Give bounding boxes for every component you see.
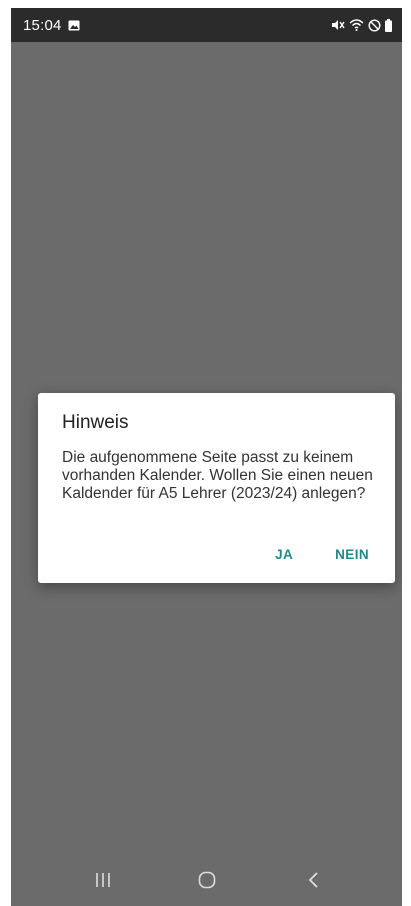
no-button[interactable]: NEIN [335,547,369,562]
navigation-bar [11,850,402,906]
dialog-title: Hinweis [62,412,129,433]
do-not-disturb-icon [368,18,381,32]
status-bar: 15:04 [11,8,402,42]
back-icon[interactable] [302,868,326,892]
home-icon[interactable] [195,868,219,892]
image-notification-icon [68,18,80,31]
recent-apps-icon[interactable] [91,868,115,892]
yes-button[interactable]: JA [275,547,293,562]
dialog-actions: JA NEIN [275,547,369,562]
phone-screen: 15:04 Hinweis Die aufgenommene Seite pas… [11,8,402,906]
screen-content-scrim[interactable]: Hinweis Die aufgenommene Seite passt zu … [11,42,402,850]
status-icons [331,17,392,33]
dialog-message: Die aufgenommene Seite passt zu keinem v… [62,449,373,502]
status-time: 15:04 [23,17,62,34]
mute-icon [331,18,345,32]
alert-dialog: Hinweis Die aufgenommene Seite passt zu … [38,393,395,583]
wifi-icon [349,18,364,32]
battery-icon [385,18,392,32]
